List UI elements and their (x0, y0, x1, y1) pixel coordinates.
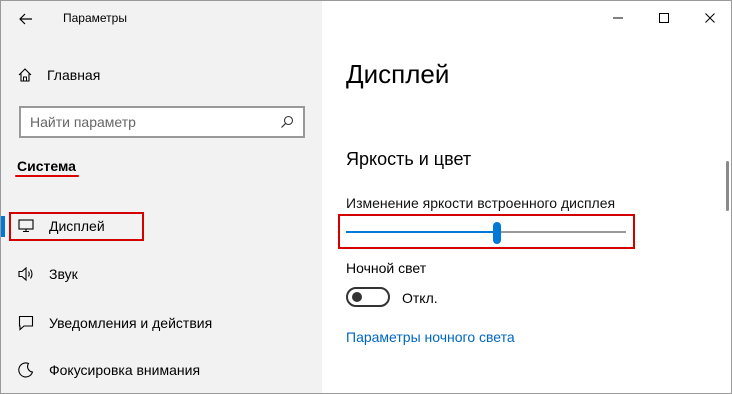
sidebar-item-label: Фокусировка внимания (49, 362, 201, 378)
settings-window: Параметры Главная Система (0, 0, 732, 394)
maximize-button[interactable] (641, 1, 687, 35)
window-controls (595, 1, 731, 35)
night-light-label: Ночной свет (346, 260, 427, 276)
brightness-label: Изменение яркости встроенного дисплея (346, 195, 616, 211)
toggle-knob (352, 292, 362, 302)
scrollbar[interactable] (726, 161, 729, 211)
night-light-settings-link[interactable]: Параметры ночного света (346, 329, 515, 345)
search-box (19, 106, 305, 138)
group-title: Яркость и цвет (346, 149, 472, 169)
focus-assist-icon (17, 362, 35, 378)
sidebar-item-label: Уведомления и действия (49, 315, 213, 331)
sidebar-item-label: Звук (49, 266, 78, 282)
night-light-toggle[interactable] (346, 287, 390, 307)
back-arrow-icon (19, 13, 32, 25)
speaker-icon (17, 266, 35, 282)
main-content: Дисплей Яркость и цвет Изменение яркости… (322, 1, 731, 393)
page-title: Дисплей (346, 59, 450, 89)
app-title: Параметры (63, 11, 127, 25)
sidebar-item-focus-assist[interactable]: Фокусировка внимания (1, 354, 322, 386)
minimize-icon (613, 17, 623, 19)
nav-home-label: Главная (47, 67, 101, 83)
search-icon[interactable] (275, 110, 299, 134)
section-heading: Система (17, 158, 76, 174)
notifications-icon (17, 315, 35, 331)
night-light-state: Откл. (402, 290, 438, 306)
maximize-icon (659, 13, 669, 23)
nav-home[interactable]: Главная (17, 63, 100, 87)
sidebar-item-sound[interactable]: Звук (1, 258, 322, 290)
annotation-highlight-box (9, 212, 144, 241)
search-input[interactable] (21, 108, 275, 136)
home-icon (18, 68, 32, 82)
annotation-underline (15, 175, 79, 177)
close-button[interactable] (687, 1, 731, 35)
annotation-highlight-box (338, 214, 635, 249)
active-indicator (1, 216, 5, 237)
sidebar: Параметры Главная Система (1, 1, 322, 393)
minimize-button[interactable] (595, 1, 641, 35)
close-icon (705, 13, 715, 23)
sidebar-item-notifications[interactable]: Уведомления и действия (1, 307, 322, 339)
back-button[interactable] (15, 8, 37, 30)
